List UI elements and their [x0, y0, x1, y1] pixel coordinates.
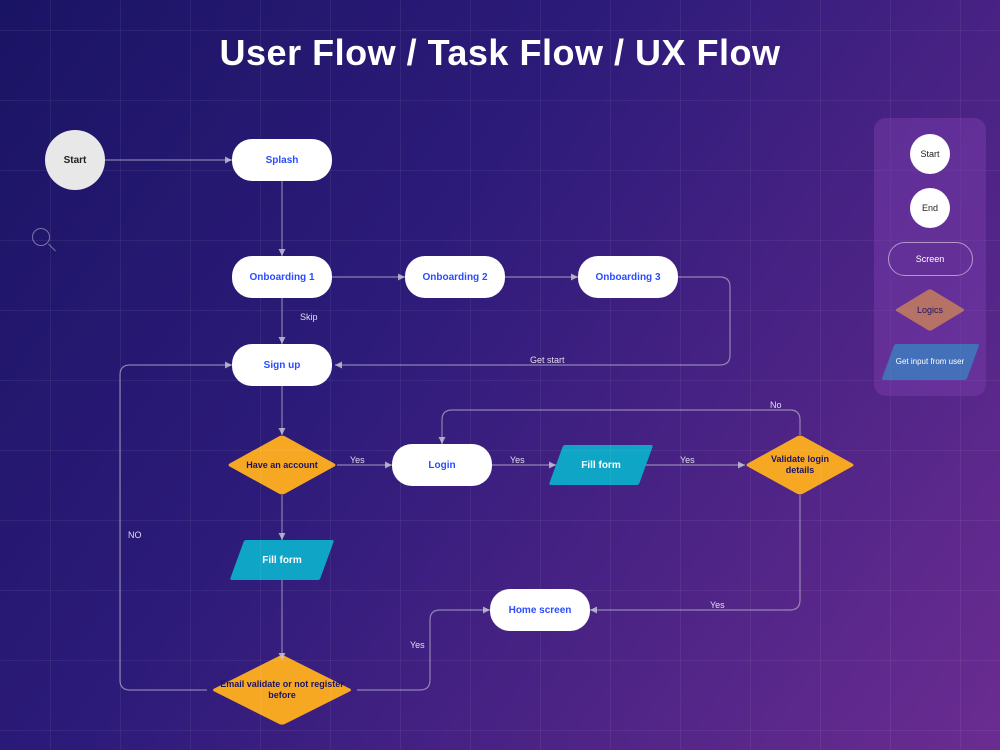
- node-onboarding-2-label: Onboarding 2: [423, 272, 488, 283]
- legend-start-label: Start: [920, 149, 939, 159]
- node-email-validate: Email validate or not register before: [207, 655, 357, 725]
- node-fill-form-signup: Fill form: [237, 540, 327, 580]
- node-onboarding-1-label: Onboarding 1: [250, 272, 315, 283]
- edge-skip: Skip: [300, 312, 318, 322]
- node-fill-form-login-label: Fill form: [581, 460, 620, 471]
- flowchart-canvas: Start Splash Onboarding 1 Onboarding 2 O…: [0, 0, 1000, 750]
- edge-no-upper: No: [770, 400, 782, 410]
- node-signup-label: Sign up: [264, 360, 301, 371]
- node-onboarding-3: Onboarding 3: [578, 256, 678, 298]
- edge-get-start: Get start: [530, 355, 565, 365]
- edge-yes-1: Yes: [350, 455, 365, 465]
- node-start: Start: [45, 130, 105, 190]
- legend-screen: Screen: [888, 242, 973, 276]
- node-onboarding-1: Onboarding 1: [232, 256, 332, 298]
- node-fill-form-login: Fill form: [556, 445, 646, 485]
- legend-input-label: Get input from user: [896, 357, 964, 367]
- node-validate-login-label: Validate login details: [757, 454, 843, 476]
- edge-yes-4: Yes: [710, 600, 725, 610]
- node-splash-label: Splash: [266, 155, 299, 166]
- node-home: Home screen: [490, 589, 590, 631]
- node-have-account-label: Have an account: [246, 460, 318, 471]
- connectors: [0, 0, 1000, 750]
- node-login: Login: [392, 444, 492, 486]
- legend-panel: Start End Screen Logics Get input from u…: [874, 118, 986, 396]
- legend-logics: Logics: [888, 290, 973, 330]
- legend-end: End: [910, 188, 950, 228]
- edge-yes-2: Yes: [510, 455, 525, 465]
- legend-end-label: End: [922, 203, 938, 213]
- node-login-label: Login: [428, 460, 455, 471]
- node-start-label: Start: [64, 155, 87, 166]
- node-email-validate-label: Email validate or not register before: [219, 679, 345, 701]
- legend-input: Get input from user: [888, 344, 973, 380]
- node-onboarding-2: Onboarding 2: [405, 256, 505, 298]
- node-have-account: Have an account: [227, 435, 337, 495]
- node-home-label: Home screen: [509, 605, 572, 616]
- node-signup: Sign up: [232, 344, 332, 386]
- edge-yes-3: Yes: [680, 455, 695, 465]
- legend-start: Start: [910, 134, 950, 174]
- legend-screen-label: Screen: [916, 254, 945, 264]
- edge-yes-5: Yes: [410, 640, 425, 650]
- node-splash: Splash: [232, 139, 332, 181]
- node-fill-form-signup-label: Fill form: [262, 555, 301, 566]
- legend-logics-label: Logics: [917, 305, 943, 315]
- node-onboarding-3-label: Onboarding 3: [596, 272, 661, 283]
- edge-no-lower: NO: [128, 530, 142, 540]
- node-validate-login: Validate login details: [745, 435, 855, 495]
